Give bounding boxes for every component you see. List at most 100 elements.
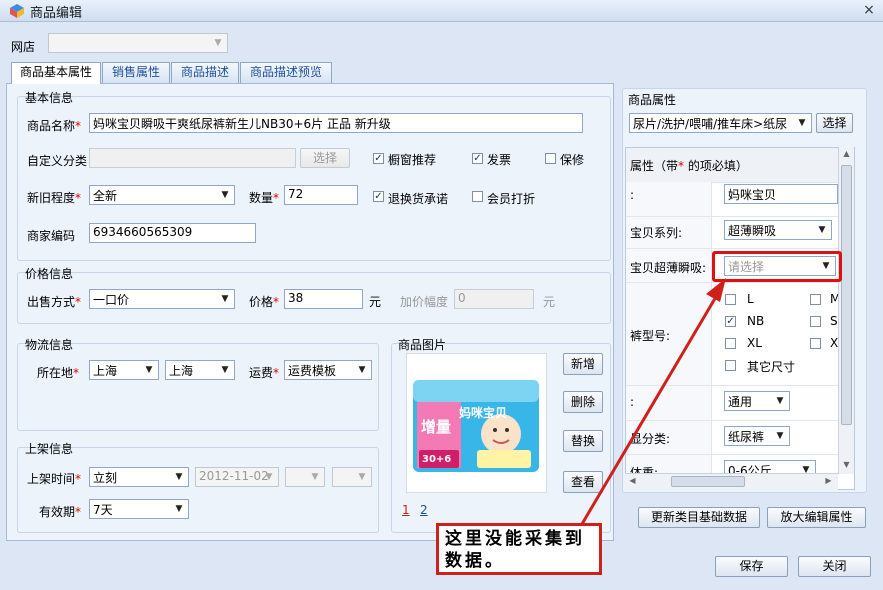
shipping-fee-label: 运费* (249, 366, 280, 380)
validity-label: 有效期* (39, 505, 82, 519)
size-other-label: 其它尺寸 (747, 360, 796, 374)
size-s-label: S (830, 314, 838, 328)
shipping-template-select[interactable]: 运费模板 ▼ (284, 360, 372, 380)
chevron-down-icon: ▼ (221, 294, 229, 304)
attr-brand-label: : (630, 188, 635, 202)
window-title: 商品编辑 (30, 6, 83, 21)
title-bar (0, 0, 883, 22)
chevron-down-icon: ▼ (214, 38, 222, 48)
custom-category-input (89, 148, 296, 168)
validity-select[interactable]: 7天 ▼ (89, 499, 189, 519)
chevron-down-icon: ▼ (358, 472, 366, 482)
tab-sales-attrs[interactable]: 销售属性 (102, 62, 170, 83)
custom-category-select-button[interactable]: 选择 (300, 148, 350, 168)
annotation-line-2: 数据。 (445, 551, 505, 571)
listing-minute-select: ▼ (332, 467, 372, 487)
annotation-note: 这里没能采集到 数据。 (436, 523, 602, 575)
size-xl-label: XL (747, 336, 762, 350)
app-icon (10, 4, 24, 18)
tab-basic-attrs[interactable]: 商品基本属性 (11, 62, 101, 84)
invoice-checkbox[interactable]: ✓ (472, 153, 483, 164)
package-count-text: 30+6 (422, 454, 452, 465)
quantity-input[interactable]: 72 (284, 185, 358, 205)
member-discount-label: 会员打折 (487, 192, 536, 206)
listing-info-group (17, 447, 379, 533)
category-select-button[interactable]: 选择 (816, 113, 853, 133)
chevron-down-icon: ▼ (311, 472, 319, 482)
chevron-down-icon: ▼ (265, 472, 273, 482)
name-label: 商品名称* (27, 119, 82, 133)
product-image-title: 商品图片 (398, 338, 447, 352)
return-promise-label: 退换货承诺 (388, 192, 449, 206)
increment-unit: 元 (543, 295, 556, 309)
product-name-input[interactable]: 妈咪宝贝瞬吸干爽纸尿裤新生儿NB30+6片 正品 新升级 (89, 113, 583, 133)
size-nb-label: NB (747, 314, 765, 328)
store-label: 网店 (11, 40, 36, 54)
window-recommend-checkbox[interactable]: ✓ (373, 153, 384, 164)
tab-description-preview[interactable]: 商品描述预览 (240, 62, 332, 83)
size-m-checkbox[interactable] (810, 294, 821, 305)
close-window-icon[interactable]: × (860, 1, 878, 19)
annotation-arrow (580, 278, 726, 525)
warranty-label: 保修 (560, 153, 585, 167)
sale-mode-select[interactable]: 一口价 ▼ (89, 289, 235, 309)
save-button[interactable]: 保存 (715, 556, 788, 577)
chevron-down-icon: ▼ (358, 365, 366, 375)
sale-mode-label: 出售方式* (27, 295, 82, 309)
close-button[interactable]: 关闭 (798, 556, 871, 577)
image-page-1-link[interactable]: 1 (402, 503, 410, 517)
chevron-down-icon: ▼ (221, 365, 229, 375)
scroll-right-icon[interactable]: ▶ (823, 476, 834, 487)
price-input[interactable]: 38 (284, 289, 363, 309)
chevron-down-icon: ▼ (776, 431, 784, 441)
size-x-checkbox[interactable] (810, 338, 821, 349)
scroll-down-icon[interactable]: ▼ (841, 460, 852, 471)
price-unit: 元 (369, 295, 382, 309)
product-attributes-title: 商品属性 (628, 93, 677, 107)
attr-series-select[interactable]: 超薄瞬吸 ▼ (724, 220, 832, 240)
province-select[interactable]: 上海 ▼ (89, 360, 159, 380)
custom-category-label: 自定义分类 (27, 154, 88, 168)
store-select[interactable]: ▼ (48, 33, 228, 53)
member-discount-checkbox[interactable] (472, 191, 483, 202)
price-label: 价格* (249, 295, 280, 309)
location-label: 所在地* (37, 366, 80, 380)
image-page-2-link[interactable]: 2 (420, 503, 428, 517)
invoice-label: 发票 (487, 153, 512, 167)
size-l-label: L (747, 292, 754, 306)
chevron-down-icon: ▼ (818, 225, 826, 235)
scroll-v-thumb[interactable] (841, 165, 852, 425)
listing-date-select: 2012-11-02 ▼ (195, 467, 279, 487)
condition-label: 新旧程度* (27, 191, 82, 205)
listing-time-select[interactable]: 立刻 ▼ (89, 467, 189, 487)
attr-series-label: 宝贝系列: (630, 226, 683, 240)
return-promise-checkbox[interactable]: ✓ (373, 191, 384, 202)
basic-info-title: 基本信息 (25, 91, 74, 105)
condition-select[interactable]: 全新 ▼ (89, 185, 235, 205)
chevron-down-icon: ▼ (175, 472, 183, 482)
listing-info-title: 上架信息 (25, 442, 74, 456)
merchant-code-label: 商家编码 (27, 229, 76, 243)
window-recommend-label: 橱窗推荐 (388, 153, 437, 167)
listing-hour-select: ▼ (285, 467, 325, 487)
logistics-info-title: 物流信息 (25, 338, 74, 352)
product-photo: 妈咪宝贝 增量 30+6 (406, 353, 547, 493)
city-select[interactable]: 上海 ▼ (165, 360, 235, 380)
listing-time-label: 上架时间* (27, 472, 82, 486)
scroll-up-icon[interactable]: ▲ (841, 149, 852, 160)
warranty-checkbox[interactable] (545, 153, 556, 164)
logistics-info-group (17, 343, 379, 431)
attr-brand-input[interactable]: 妈咪宝贝 (724, 184, 838, 204)
annotation-line-1: 这里没能采集到 (445, 529, 585, 549)
size-s-checkbox[interactable] (810, 316, 821, 327)
price-info-title: 价格信息 (25, 267, 74, 281)
size-x-label: X (830, 336, 839, 350)
package-promo-text: 增量 (421, 418, 452, 436)
zoom-edit-attributes-button[interactable]: 放大编辑属性 (767, 507, 866, 528)
merchant-code-input[interactable]: 6934660565309 (89, 223, 256, 243)
chevron-down-icon: ▼ (798, 118, 806, 128)
category-select[interactable]: 尿片/洗护/喂哺/推车床>纸尿 ▼ (629, 113, 812, 133)
attribute-vertical-scrollbar[interactable]: ▲ ▼ (838, 147, 854, 474)
attribute-grid-header-text: 属性（带* 的项必填） (630, 159, 748, 173)
tab-description[interactable]: 商品描述 (171, 62, 239, 83)
